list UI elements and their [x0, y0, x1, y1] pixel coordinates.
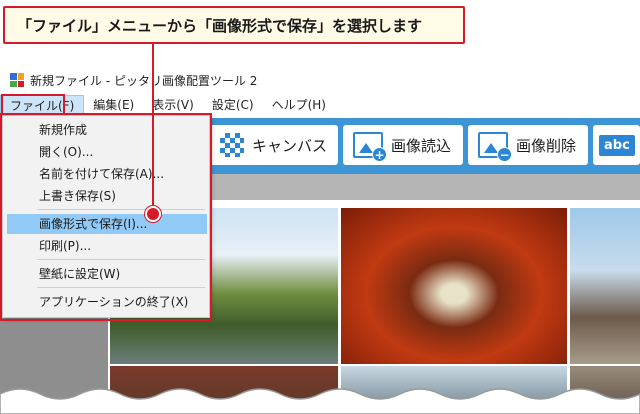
- text-icon: abc: [599, 134, 635, 156]
- image-load-button[interactable]: + 画像読込: [343, 125, 463, 165]
- app-icon: [10, 73, 24, 87]
- instruction-callout: 「ファイル」メニューから「画像形式で保存」を選択します: [3, 6, 465, 44]
- canvas-button-label: キャンバス: [252, 136, 328, 155]
- menubar: ファイル(F) 編集(E) 表示(V) 設定(C) ヘルプ(H): [0, 95, 640, 115]
- torn-edge-decoration: [0, 388, 640, 414]
- dropdown-highlight-frame: [0, 113, 212, 321]
- image-load-icon: +: [353, 132, 387, 162]
- image-load-badge: +: [372, 147, 387, 162]
- callout-pointer-dot: [145, 206, 161, 222]
- menu-help[interactable]: ヘルプ(H): [263, 95, 335, 115]
- photo-torii-gates[interactable]: [341, 208, 567, 364]
- image-load-label: 画像読込: [391, 136, 452, 155]
- window-title: 新規ファイル - ピッタリ画像配置ツール 2: [30, 73, 258, 88]
- menu-settings[interactable]: 設定(C): [203, 95, 263, 115]
- window-titlebar: 新規ファイル - ピッタリ画像配置ツール 2: [0, 68, 640, 92]
- image-delete-badge: −: [497, 147, 512, 162]
- image-delete-icon: −: [478, 132, 512, 162]
- callout-leader-line: [152, 44, 154, 214]
- text-button[interactable]: abc: [593, 125, 640, 165]
- canvas-icon: [220, 133, 244, 157]
- menu-edit[interactable]: 編集(E): [84, 95, 143, 115]
- photo-temple[interactable]: [570, 208, 640, 364]
- canvas-button[interactable]: キャンバス: [210, 125, 338, 165]
- callout-text: 「ファイル」メニューから「画像形式で保存」を選択します: [17, 16, 423, 35]
- image-delete-button[interactable]: − 画像削除: [468, 125, 588, 165]
- image-delete-label: 画像削除: [516, 136, 577, 155]
